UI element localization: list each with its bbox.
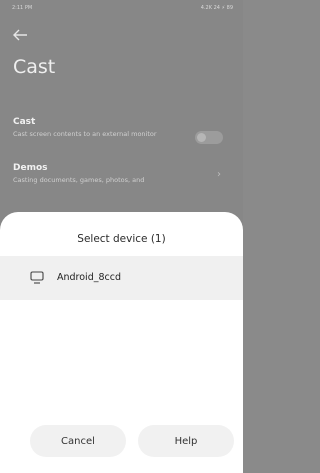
- help-button[interactable]: Help: [138, 425, 234, 457]
- select-device-sheet: Select device (1) Android_8ccd Cancel He…: [0, 212, 243, 473]
- setting-description: Cast screen contents to an external moni…: [13, 130, 157, 138]
- setting-cast[interactable]: Cast Cast screen contents to an external…: [13, 117, 231, 144]
- setting-demos[interactable]: Demos Casting documents, games, photos, …: [13, 163, 231, 184]
- status-indicators: 4.2K 24 ⚡ 89: [200, 5, 233, 11]
- chevron-right-icon: ›: [217, 169, 221, 180]
- monitor-icon: [30, 271, 44, 284]
- setting-title: Demos: [13, 163, 48, 173]
- device-name: Android_8ccd: [57, 272, 121, 283]
- sheet-title: Select device (1): [77, 233, 166, 245]
- cancel-button[interactable]: Cancel: [30, 425, 126, 457]
- setting-title: Cast: [13, 117, 36, 127]
- status-time: 2:11 PM: [12, 5, 33, 11]
- status-bar: 2:11 PM 4.2K 24 ⚡ 89: [12, 5, 233, 11]
- device-item[interactable]: Android_8ccd: [0, 256, 243, 300]
- back-arrow-icon[interactable]: [12, 28, 28, 42]
- setting-description: Casting documents, games, photos, and: [13, 176, 145, 184]
- cast-toggle[interactable]: [195, 131, 223, 144]
- page-title: Cast: [13, 56, 56, 78]
